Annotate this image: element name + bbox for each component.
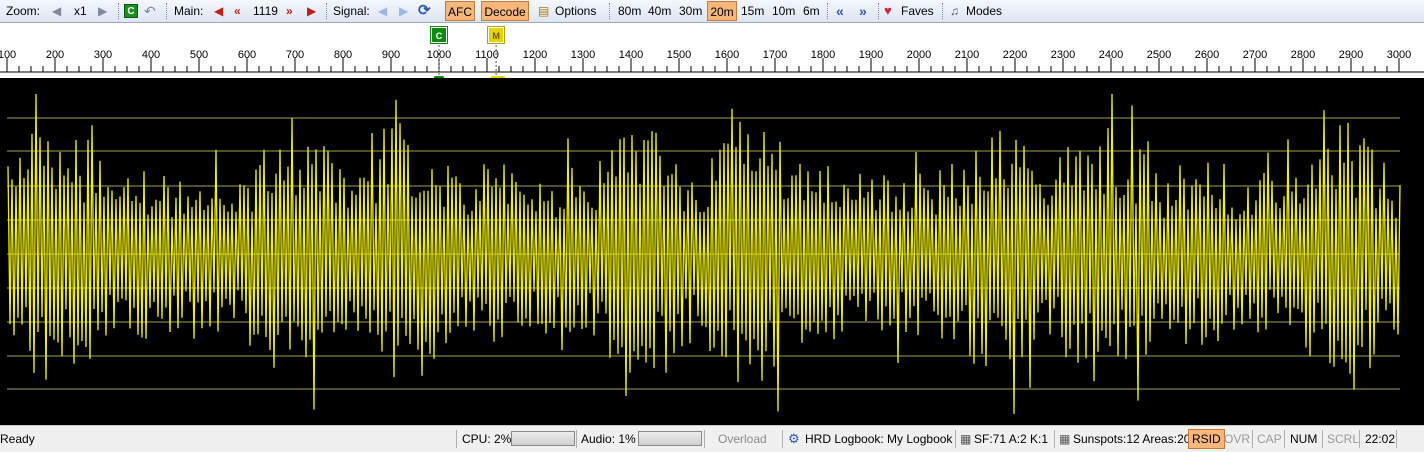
clock: 22:02 xyxy=(1365,432,1396,446)
separator xyxy=(118,3,120,19)
ovr-indicator: OVR xyxy=(1224,432,1251,446)
waveform-display[interactable] xyxy=(0,78,1424,425)
ruler-label: 2800 xyxy=(1290,49,1316,61)
overload-indicator: Overload xyxy=(718,432,767,446)
solar-flux: SF:71 A:2 K:1 xyxy=(974,432,1049,446)
undo-icon[interactable]: ↶ xyxy=(144,0,156,22)
audio-meter xyxy=(638,431,702,446)
ruler-label: 200 xyxy=(45,49,65,61)
separator xyxy=(942,3,944,19)
faves-button[interactable]: Faves xyxy=(901,0,934,22)
ruler-label: 2600 xyxy=(1194,49,1220,61)
band-40m-button[interactable]: 40m xyxy=(648,0,671,22)
separator xyxy=(326,3,328,19)
options-icon: ▤ xyxy=(538,4,550,18)
ruler-label: 1200 xyxy=(522,49,548,61)
sunspots: Sunspots:12 Areas:20 xyxy=(1073,432,1191,446)
ruler-label: 1300 xyxy=(570,49,596,61)
ruler-label: 1000 xyxy=(426,49,452,61)
heart-icon: ♥ xyxy=(884,3,892,18)
rsid-indicator[interactable]: RSID xyxy=(1188,429,1225,449)
ruler-label: 1100 xyxy=(475,49,499,61)
ruler-label: 1400 xyxy=(618,49,644,61)
ruler-label: 1600 xyxy=(714,49,740,61)
signal-next-icon[interactable]: ▶ xyxy=(399,0,408,22)
ruler-label: 600 xyxy=(237,49,257,61)
scrl-indicator: SCRL xyxy=(1327,432,1360,446)
options-button[interactable]: Options xyxy=(555,0,596,22)
cpu-meter xyxy=(511,431,575,446)
band-20m-button[interactable]: 20m xyxy=(707,1,737,21)
main-label: Main: xyxy=(174,4,204,18)
ruler-label: 2200 xyxy=(1002,49,1028,61)
afc-button[interactable]: AFC xyxy=(445,1,475,21)
ruler-label: 2900 xyxy=(1338,49,1364,61)
main-prev-fast-icon[interactable]: « xyxy=(234,0,241,22)
ruler-label: 2100 xyxy=(954,49,980,61)
cpu-label: CPU: 2% xyxy=(462,432,512,446)
sunspot-icon: ▦ xyxy=(1059,432,1071,446)
ruler-label: 1500 xyxy=(666,49,692,61)
ruler-label: 500 xyxy=(189,49,209,61)
status-bar: Ready CPU: 2% Audio: 1% Overload ⚙ HRD L… xyxy=(0,425,1424,452)
audio-label: Audio: 1% xyxy=(581,432,636,446)
ruler-label: 700 xyxy=(285,49,305,61)
band-6m-button[interactable]: 6m xyxy=(803,0,820,22)
separator xyxy=(166,3,168,19)
cap-indicator: CAP xyxy=(1257,432,1282,446)
modes-button[interactable]: Modes xyxy=(966,0,1002,22)
refresh-icon[interactable]: ⟳ xyxy=(418,0,431,22)
band-prev-icon[interactable]: « xyxy=(836,0,844,22)
status-ready: Ready xyxy=(0,432,35,446)
waveform-plot xyxy=(7,93,1401,414)
band-next-icon[interactable]: » xyxy=(859,0,867,22)
toolbar: Zoom: ◀ x1 ▶ C ↶ Main: ◀ « 1119 » ▶ Sign… xyxy=(0,0,1424,23)
band-80m-button[interactable]: 80m xyxy=(618,0,641,22)
main-next-fast-icon[interactable]: » xyxy=(286,0,293,22)
ruler-label: 400 xyxy=(141,49,161,61)
logbook-icon: ⚙ xyxy=(788,431,800,446)
signal-label: Signal: xyxy=(333,4,370,18)
main-prev-icon[interactable]: ◀ xyxy=(214,0,223,22)
ruler-label: 2400 xyxy=(1098,49,1124,61)
separator xyxy=(609,3,611,19)
zoom-value: x1 xyxy=(74,4,87,18)
c-button[interactable]: C xyxy=(124,4,138,18)
logbook-status[interactable]: HRD Logbook: My Logbook xyxy=(805,429,952,449)
ruler-label: 2500 xyxy=(1146,49,1172,61)
separator xyxy=(878,3,880,19)
separator xyxy=(827,3,829,19)
frequency-ruler[interactable]: 100 200 300 400 500 600 700 800 900 1000 1100 1200 1… xyxy=(0,23,1424,79)
signal-prev-icon[interactable]: ◀ xyxy=(378,0,387,22)
ruler-label: 2300 xyxy=(1050,49,1076,61)
zoom-label: Zoom: xyxy=(6,4,41,18)
modes-icon: ♫ xyxy=(950,4,959,18)
ruler-label: 1900 xyxy=(858,49,884,61)
decode-button[interactable]: Decode xyxy=(481,1,529,21)
num-indicator: NUM xyxy=(1290,432,1318,446)
band-30m-button[interactable]: 30m xyxy=(679,0,702,22)
marker-c[interactable]: C xyxy=(430,26,448,44)
solar-icon: ▦ xyxy=(960,432,972,446)
band-10m-button[interactable]: 10m xyxy=(772,0,795,22)
zoom-out-icon[interactable]: ◀ xyxy=(52,0,61,22)
ruler-label: 100 xyxy=(0,49,17,61)
ruler-label: 2700 xyxy=(1242,49,1268,61)
ruler-label: 1700 xyxy=(762,49,788,61)
ruler-label: 2000 xyxy=(906,49,932,61)
band-15m-button[interactable]: 15m xyxy=(741,0,764,22)
ruler-label: 800 xyxy=(333,49,353,61)
ruler-label: 3000 xyxy=(1386,49,1412,61)
ruler-label: 1800 xyxy=(810,49,836,61)
ruler-label: 900 xyxy=(381,49,401,61)
marker-m[interactable]: M xyxy=(487,26,506,44)
zoom-in-icon[interactable]: ▶ xyxy=(98,0,107,22)
main-value: 1119 xyxy=(253,4,278,18)
ruler-label: 300 xyxy=(93,49,113,61)
main-next-icon[interactable]: ▶ xyxy=(307,0,316,22)
